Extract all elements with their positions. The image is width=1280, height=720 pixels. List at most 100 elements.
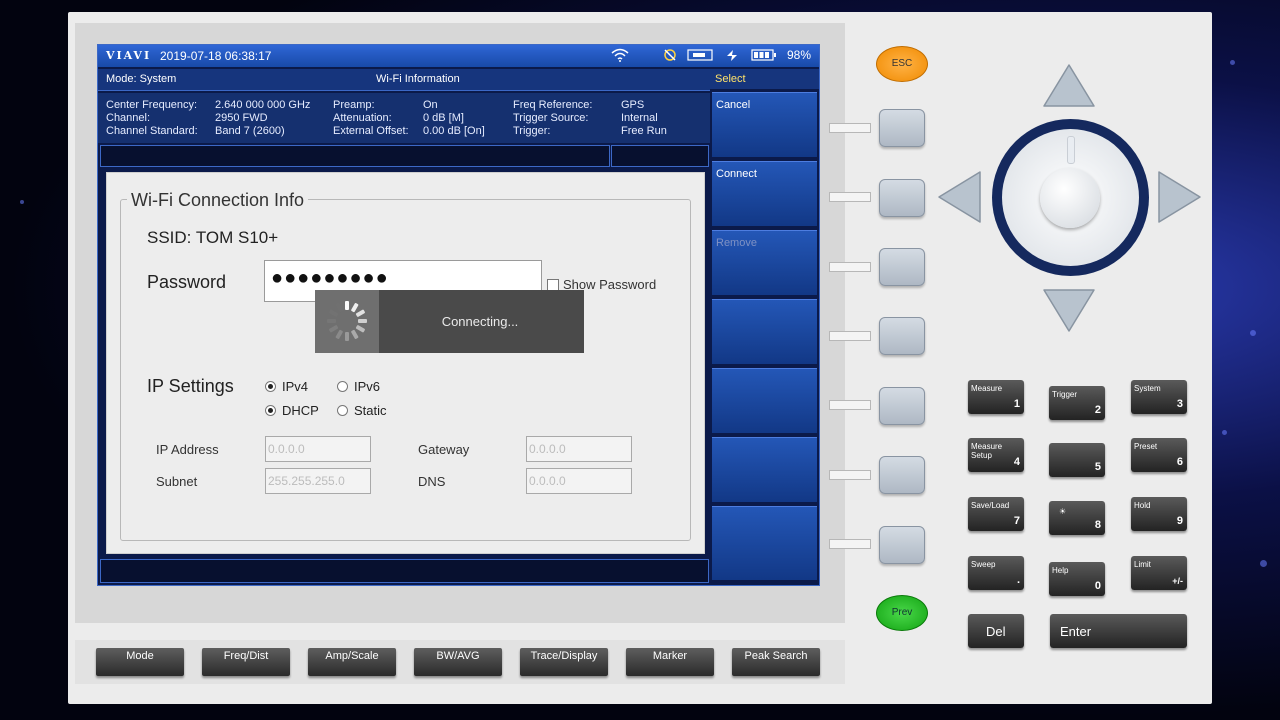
info-label: Freq Reference: [513, 99, 593, 111]
info-value: Internal [621, 112, 658, 124]
info-label: Trigger: [513, 125, 551, 137]
radio-selected-icon [265, 381, 276, 392]
softkey-4[interactable] [712, 299, 817, 364]
side-softkey-button-3[interactable] [879, 248, 925, 286]
key-limit[interactable]: Limit +/- [1131, 556, 1187, 590]
key-label: Save/Load [971, 501, 1010, 510]
side-softkey-button-7[interactable] [879, 526, 925, 564]
center-select-button[interactable] [1040, 168, 1100, 228]
info-col1-values: 2.640 000 000 GHz 2950 FWD Band 7 (2600) [215, 99, 310, 138]
softkey-7[interactable] [712, 506, 817, 580]
key-label: Limit [1134, 560, 1151, 569]
password-label: Password [147, 272, 227, 292]
connecting-text: Connecting... [441, 314, 519, 329]
ipv4-radio[interactable]: IPv4 [265, 379, 308, 394]
enter-button[interactable]: Enter [1050, 614, 1187, 648]
measurement-info-panel: Center Frequency: Channel: Channel Stand… [98, 93, 710, 143]
right-arrow-icon[interactable] [1155, 168, 1203, 226]
hardkey-trace-display[interactable]: Trace/Display [520, 648, 608, 676]
side-softkey-button-4[interactable] [879, 317, 925, 355]
key-save-load[interactable]: Save/Load 7 [968, 497, 1024, 531]
softkey-5[interactable] [712, 368, 817, 433]
hardkey-mode[interactable]: Mode [96, 648, 184, 676]
key-preset[interactable]: Preset 6 [1131, 438, 1187, 472]
hardkey-freq-dist[interactable]: Freq/Dist [202, 648, 290, 676]
key-system[interactable]: System 3 [1131, 380, 1187, 414]
battery-level: 98% [786, 48, 811, 62]
gateway-field[interactable]: 0.0.0.0 [526, 436, 632, 462]
key-number: 5 [1094, 461, 1101, 473]
gps-off-icon [664, 49, 676, 61]
background-dot [20, 200, 24, 204]
static-label: Static [354, 403, 387, 418]
info-col2-values: On 0 dB [M] 0.00 dB [On] [423, 99, 485, 138]
static-radio[interactable]: Static [337, 403, 387, 418]
checkbox-box[interactable] [547, 278, 559, 291]
up-arrow-icon[interactable] [1040, 62, 1098, 110]
background-dot [1222, 430, 1227, 435]
side-softkey-button-1[interactable] [879, 109, 925, 147]
bottom-status-strip [100, 559, 709, 583]
hardkey-amp-scale[interactable]: Amp/Scale [308, 648, 396, 676]
ipv4-label: IPv4 [282, 379, 309, 394]
softkey-6[interactable] [712, 437, 817, 502]
key-label: Trigger [1052, 390, 1078, 399]
info-label: Trigger Source: [513, 112, 589, 124]
status-bar: VIAVI 2019-07-18 06:38:17 98% [98, 45, 819, 67]
softkey-indicator [829, 192, 871, 202]
ipv6-radio[interactable]: IPv6 [337, 379, 380, 394]
left-arrow-icon[interactable] [936, 168, 984, 226]
info-value: Free Run [621, 125, 667, 137]
prev-button[interactable]: Prev [876, 595, 928, 631]
key-number: 9 [1176, 515, 1183, 527]
info-label: Channel: [106, 112, 151, 124]
ssid-label: SSID: TOM S10+ [147, 228, 279, 247]
rotary-knob-marker [1067, 136, 1075, 164]
dhcp-radio[interactable]: DHCP [265, 403, 319, 418]
softkey-cancel[interactable]: Cancel [712, 92, 817, 157]
background-dot [1250, 330, 1256, 336]
hardkey-bw-avg[interactable]: BW/AVG [414, 648, 502, 676]
hardkey-peak-search[interactable]: Peak Search [732, 648, 820, 676]
key-number: 7 [1013, 515, 1020, 527]
key-measure[interactable]: Measure 1 [968, 380, 1024, 414]
key-sweep[interactable]: Sweep . [968, 556, 1024, 590]
info-col2-labels: Preamp: Attenuation: External Offset: [333, 99, 409, 138]
key-hold[interactable]: Hold 9 [1131, 497, 1187, 531]
softkey-indicator [829, 470, 871, 480]
key-number: 1 [1013, 398, 1020, 410]
softkey-remove[interactable]: Remove [712, 230, 817, 295]
softkey-connect[interactable]: Connect [712, 161, 817, 226]
key-5[interactable]: 5 [1049, 443, 1105, 477]
key-help[interactable]: Help 0 [1049, 562, 1105, 596]
ip-address-field[interactable]: 0.0.0.0 [265, 436, 371, 462]
dialog-title: Wi-Fi Connection Info [127, 190, 309, 211]
dns-field[interactable]: 0.0.0.0 [526, 468, 632, 494]
key-number: 8 [1094, 519, 1101, 531]
hardkey-marker[interactable]: Marker [626, 648, 714, 676]
subnet-field[interactable]: 255.255.255.0 [265, 468, 371, 494]
side-softkey-button-2[interactable] [879, 179, 925, 217]
info-label: Preamp: [333, 99, 375, 111]
esc-button[interactable]: ESC [876, 46, 928, 82]
info-value: 0 dB [M] [423, 112, 464, 124]
key-trigger[interactable]: Trigger 2 [1049, 386, 1105, 420]
del-button[interactable]: Del [968, 614, 1024, 648]
background-dot [1230, 60, 1235, 65]
battery-icon [751, 49, 776, 61]
key-measure-setup[interactable]: Measure Setup 4 [968, 438, 1024, 472]
key-label: Preset [1134, 442, 1158, 451]
key-number: 2 [1094, 404, 1101, 416]
down-arrow-icon[interactable] [1040, 286, 1098, 334]
key-label: Sweep [971, 560, 996, 569]
del-label: Del [986, 624, 1006, 639]
radio-unselected-icon [337, 381, 348, 392]
key-8[interactable]: ☀ 8 [1049, 501, 1105, 535]
message-strip [100, 145, 610, 167]
dhcp-label: DHCP [282, 403, 319, 418]
radio-unselected-icon [337, 405, 348, 416]
side-softkey-button-5[interactable] [879, 387, 925, 425]
side-softkey-button-6[interactable] [879, 456, 925, 494]
softkey-indicator [829, 400, 871, 410]
datetime: 2019-07-18 06:38:17 [160, 49, 272, 63]
